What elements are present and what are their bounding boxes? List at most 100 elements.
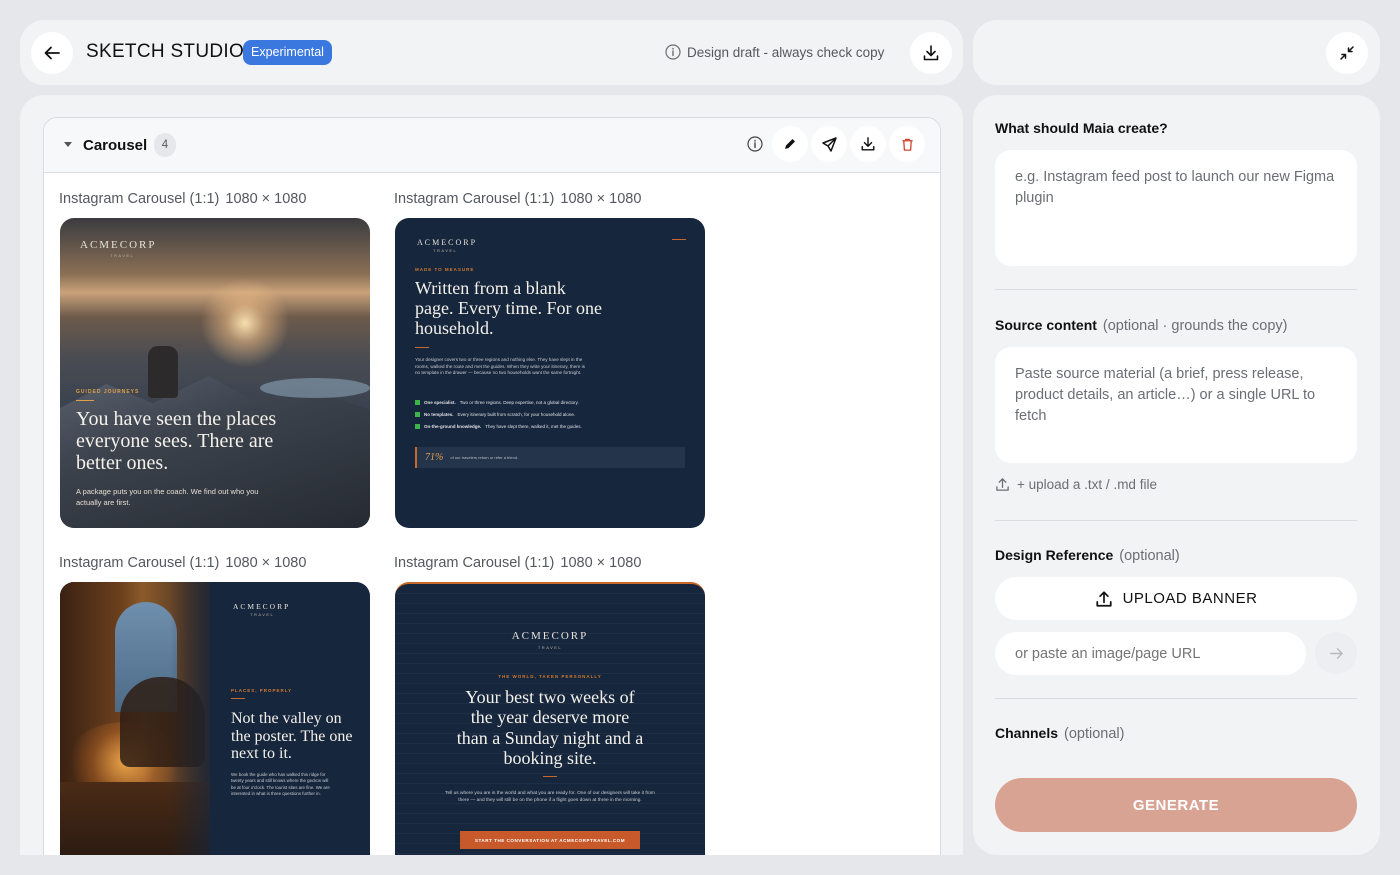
bullet-text: They have slept there, walked it, met th… xyxy=(485,424,582,429)
divider xyxy=(995,289,1357,290)
upload-banner-button[interactable]: UPLOAD BANNER xyxy=(995,577,1357,620)
slide-body: Your designer covers two or three region… xyxy=(415,357,585,376)
side-header xyxy=(973,20,1380,85)
slide-logo-sub: TRAVEL xyxy=(110,253,135,258)
slide-cta: START THE CONVERSATION AT ACMECORPTRAVEL… xyxy=(460,831,640,849)
source-title: Source content (optional · grounds the co… xyxy=(995,317,1287,334)
image-url-input[interactable] xyxy=(995,632,1306,675)
slide-rule xyxy=(231,698,245,699)
slide-rule xyxy=(672,239,686,240)
slide-bullets: One specialist. Two or three regions. De… xyxy=(415,400,655,429)
draft-note-text: Design draft - always check copy xyxy=(687,44,885,60)
slide-headline: Written from a blank page. Every time. F… xyxy=(415,278,602,339)
thumb-label: Instagram Carousel (1:1) 1080 × 1080 xyxy=(394,191,641,207)
divider xyxy=(995,520,1357,521)
arrow-right-icon xyxy=(1329,647,1343,659)
lake-shape xyxy=(260,378,370,398)
experimental-badge: Experimental xyxy=(243,40,332,65)
thumb-label: Instagram Carousel (1:1) 1080 × 1080 xyxy=(394,555,641,571)
design-title: Design Reference (optional) xyxy=(995,547,1180,564)
generate-button[interactable]: GENERATE xyxy=(995,778,1357,832)
slide-kicker: THE WORLD, TAKEN PERSONALLY xyxy=(498,674,602,679)
slide-body: A package puts you on the coach. We find… xyxy=(76,487,259,507)
thumb-label: Instagram Carousel (1:1) 1080 × 1080 xyxy=(59,191,306,207)
source-optional: (optional · grounds the copy) xyxy=(1102,318,1288,334)
format-label: Instagram Carousel (1:1) xyxy=(59,555,220,571)
slide-headline: Not the valley on the poster. The one ne… xyxy=(231,710,353,763)
slide-logo-sub: TRAVEL xyxy=(433,248,458,253)
format-label: Instagram Carousel (1:1) xyxy=(59,191,220,207)
draft-note: Design draft - always check copy xyxy=(665,44,884,60)
channels-title-text: Channels xyxy=(995,725,1059,741)
create-panel: What should Maia create? e.g. Instagram … xyxy=(973,95,1380,855)
info-icon xyxy=(747,136,763,152)
create-title: What should Maia create? xyxy=(995,120,1168,136)
slide-body: We book the guide who has walked this ri… xyxy=(231,772,330,797)
carousel-slide-2[interactable]: ACMECORP TRAVEL MADE TO MEASURE Written … xyxy=(395,218,705,528)
format-label: Instagram Carousel (1:1) xyxy=(394,191,555,207)
delete-button[interactable] xyxy=(889,126,925,162)
hiker-figure xyxy=(148,346,178,398)
bullet-item: No templates. Every itinerary built from… xyxy=(415,412,655,417)
dims-label: 1080 × 1080 xyxy=(225,555,307,571)
top-header: SKETCH STUDIO Experimental Design draft … xyxy=(20,20,963,85)
slide-headline: You have seen the places everyone sees. … xyxy=(76,408,277,474)
sunset-glow xyxy=(200,278,290,368)
bullet-bold: On-the-ground knowledge. xyxy=(424,424,482,429)
prompt-input[interactable]: e.g. Instagram feed post to launch our n… xyxy=(995,150,1357,266)
slide-logo: ACMECORP xyxy=(511,630,589,642)
carousel-header[interactable]: Carousel 4 xyxy=(44,118,940,173)
download-carousel-button[interactable] xyxy=(850,126,886,162)
info-button[interactable] xyxy=(737,126,773,162)
carousel-title: Carousel xyxy=(83,137,148,154)
upload-file-text: + upload a .txt / .md file xyxy=(1017,477,1157,492)
channels-title: Channels (optional) xyxy=(995,725,1124,742)
app-title: SKETCH STUDIO xyxy=(86,41,245,62)
dims-label: 1080 × 1080 xyxy=(225,191,307,207)
source-input[interactable]: Paste source material (a brief, press re… xyxy=(995,347,1357,463)
carousel-slide-4[interactable]: ACMECORP TRAVEL THE WORLD, TAKEN PERSONA… xyxy=(395,582,705,855)
stat-text: of our travelers return or refer a frien… xyxy=(450,455,519,460)
trash-icon xyxy=(901,138,913,151)
main-canvas: Carousel 4 Instagram Carousel (1:1) 1080 … xyxy=(20,95,963,855)
bullet-bold: No templates. xyxy=(424,412,454,417)
edit-button[interactable] xyxy=(772,126,808,162)
format-label: Instagram Carousel (1:1) xyxy=(394,555,555,571)
collapse-button[interactable] xyxy=(1326,32,1368,74)
check-icon xyxy=(415,424,420,429)
slide-rule xyxy=(415,347,429,348)
upload-banner-label: UPLOAD BANNER xyxy=(1122,590,1258,607)
slide-headline: Your best two weeks of the year deserve … xyxy=(456,687,644,768)
thumb-label: Instagram Carousel (1:1) 1080 × 1080 xyxy=(59,555,306,571)
slide-rule xyxy=(543,776,557,777)
slide-logo-sub: TRAVEL xyxy=(250,612,275,617)
collapse-icon xyxy=(1340,46,1354,60)
dims-label: 1080 × 1080 xyxy=(560,191,642,207)
url-submit-button[interactable] xyxy=(1315,632,1357,674)
stat-value: 71% xyxy=(425,452,444,463)
send-button[interactable] xyxy=(811,126,847,162)
check-icon xyxy=(415,400,420,405)
slide-kicker: PLACES, PROPERLY xyxy=(231,688,293,693)
upload-icon xyxy=(996,478,1009,491)
slide-logo: ACMECORP xyxy=(417,238,478,247)
download-all-button[interactable] xyxy=(910,32,952,74)
slide-kicker: GUIDED JOURNEYS xyxy=(76,389,140,395)
bullet-item: One specialist. Two or three regions. De… xyxy=(415,400,655,405)
channels-optional: (optional) xyxy=(1064,726,1125,742)
carousel-slide-3[interactable]: ACMECORP TRAVEL PLACES, PROPERLY Not the… xyxy=(60,582,370,855)
slide-kicker: MADE TO MEASURE xyxy=(415,267,475,272)
carousel-group: Carousel 4 Instagram Carousel (1:1) 1080 … xyxy=(43,117,941,855)
design-title-text: Design Reference xyxy=(995,547,1114,563)
carousel-count: 4 xyxy=(154,133,176,157)
source-title-text: Source content xyxy=(995,317,1097,333)
slide-body: Tell us where you are in the world and w… xyxy=(445,791,655,803)
caret-down-icon[interactable] xyxy=(64,142,72,147)
upload-file-link[interactable]: + upload a .txt / .md file xyxy=(995,477,1157,492)
arrow-left-icon xyxy=(44,46,60,60)
carousel-slide-1[interactable]: ACMECORP TRAVEL GUIDED JOURNEYS You have… xyxy=(60,218,370,528)
back-button[interactable] xyxy=(31,32,73,74)
slide-logo-sub: TRAVEL xyxy=(537,645,563,650)
download-icon xyxy=(861,137,875,151)
bullet-text: Two or three regions. Deep expertise, no… xyxy=(459,400,579,405)
